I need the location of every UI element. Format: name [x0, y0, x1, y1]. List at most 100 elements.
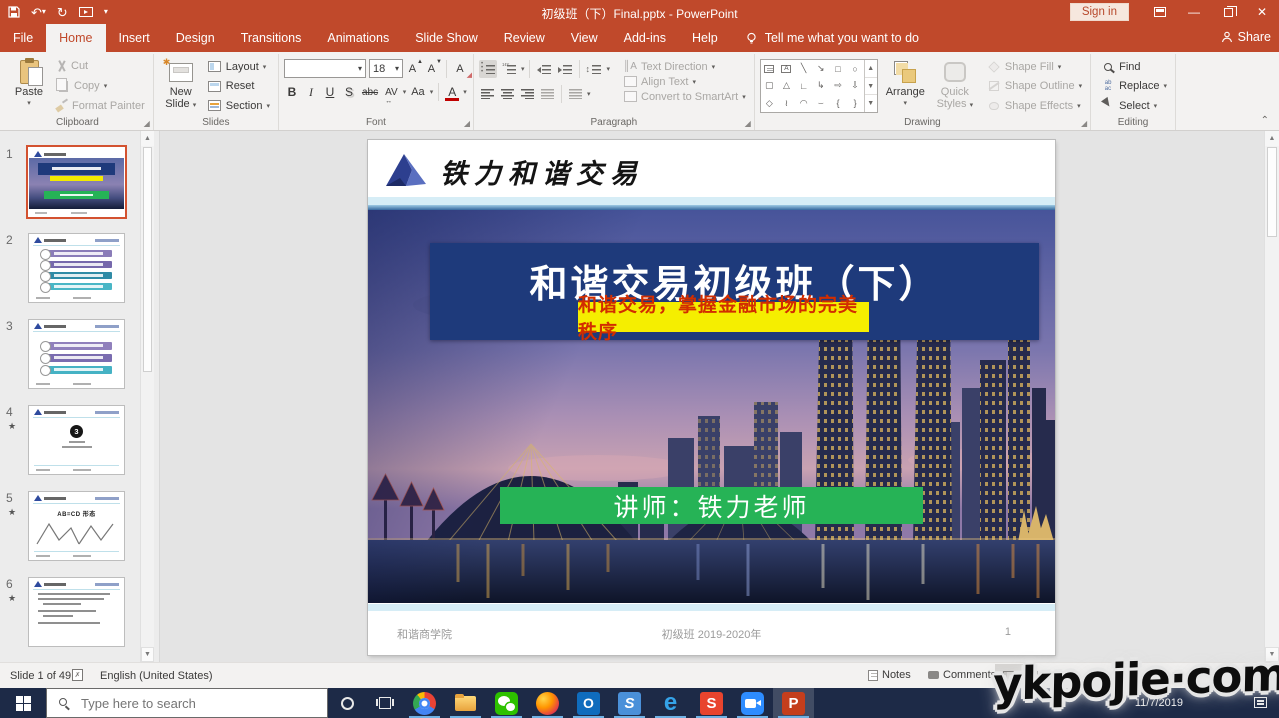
- tell-me-box[interactable]: Tell me what you want to do: [731, 24, 933, 52]
- search-input[interactable]: [47, 689, 327, 717]
- find-button[interactable]: Find: [1098, 59, 1170, 74]
- shape-triangle-icon[interactable]: △: [778, 77, 795, 94]
- thumbnail-scroll-thumb[interactable]: [143, 147, 152, 372]
- paragraph-dialog-launcher[interactable]: ◢: [745, 119, 751, 128]
- text-shadow-button[interactable]: S: [341, 83, 357, 101]
- thumbnail-slide-3[interactable]: [28, 319, 125, 389]
- comments-button[interactable]: Comments: [928, 669, 996, 681]
- shape-diamond-icon[interactable]: ◇: [761, 95, 778, 112]
- align-right-button[interactable]: [519, 85, 536, 103]
- shape-left-brace-icon[interactable]: {: [829, 95, 846, 112]
- slide-canvas[interactable]: 铁力和谐交易: [368, 140, 1055, 655]
- tab-file[interactable]: File: [0, 24, 46, 52]
- shape-arc-icon[interactable]: ◠: [795, 95, 812, 112]
- arrange-button[interactable]: Arrange ▾: [883, 56, 928, 116]
- taskbar-sogou-blue[interactable]: S: [609, 688, 650, 718]
- taskbar-chrome[interactable]: [404, 688, 445, 718]
- ribbon-display-options-button[interactable]: [1143, 0, 1177, 24]
- slide-scrollbar[interactable]: ▲ ▼: [1264, 131, 1279, 662]
- thumbnail-slide-4[interactable]: 3: [28, 405, 125, 475]
- layout-button[interactable]: Layout▾: [205, 59, 273, 74]
- tab-design[interactable]: Design: [163, 24, 228, 52]
- slide-scroll-up[interactable]: ▲: [1265, 131, 1279, 146]
- save-icon[interactable]: [8, 6, 20, 18]
- taskbar-file-explorer[interactable]: [445, 688, 486, 718]
- shape-effects-button[interactable]: Shape Effects▾: [984, 98, 1085, 113]
- restore-button[interactable]: [1211, 0, 1245, 24]
- replace-button[interactable]: abacReplace▾: [1098, 79, 1170, 94]
- section-button[interactable]: Section▾: [205, 98, 273, 113]
- start-button[interactable]: [0, 688, 46, 718]
- shape-right-brace-icon[interactable]: }: [847, 95, 864, 112]
- shape-rounded-rectangle-icon[interactable]: ▢: [761, 77, 778, 94]
- thumbnail-slide-5[interactable]: AB=CD 形态: [28, 491, 125, 561]
- tab-transitions[interactable]: Transitions: [228, 24, 315, 52]
- text-direction-button[interactable]: ║AText Direction▾: [620, 59, 749, 74]
- shape-oval-icon[interactable]: ○: [847, 60, 864, 77]
- quick-styles-button[interactable]: Quick Styles ▾: [933, 56, 977, 116]
- tab-addins[interactable]: Add-ins: [611, 24, 679, 52]
- shape-text-box-icon[interactable]: [761, 60, 778, 77]
- shape-curve-icon[interactable]: ⌣: [812, 95, 829, 112]
- taskbar-search[interactable]: [46, 688, 328, 718]
- increase-font-size-button[interactable]: A▲: [406, 60, 422, 78]
- start-slideshow-icon[interactable]: [79, 7, 93, 18]
- line-spacing-button[interactable]: [585, 60, 603, 78]
- shape-outline-button[interactable]: Shape Outline▾: [984, 79, 1085, 94]
- minimize-button[interactable]: —: [1177, 0, 1211, 24]
- tab-home[interactable]: Home: [46, 24, 105, 52]
- customize-qat-icon[interactable]: ▾: [104, 8, 108, 16]
- format-painter-button[interactable]: Format Painter: [53, 99, 148, 113]
- shape-line-icon[interactable]: ╲: [795, 60, 812, 77]
- close-button[interactable]: ✕: [1245, 0, 1279, 24]
- shape-fill-button[interactable]: Shape Fill▾: [984, 59, 1085, 74]
- shapes-gallery[interactable]: A ╲ ↘ □ ○ ▢ △ ∟ ↳ ⇨ ⇩ ◇ ≀ ◠ ⌣ { }: [760, 59, 878, 113]
- thumbnail-scroll-down[interactable]: ▼: [141, 647, 154, 662]
- bullets-button[interactable]: [479, 60, 497, 78]
- font-name-select[interactable]: ▾: [284, 59, 366, 78]
- notes-button[interactable]: Notes: [868, 669, 911, 681]
- taskbar-edge[interactable]: e: [650, 688, 691, 718]
- shapes-scroll-up[interactable]: ▲: [865, 60, 877, 77]
- tab-view[interactable]: View: [558, 24, 611, 52]
- tab-slideshow[interactable]: Slide Show: [402, 24, 491, 52]
- align-left-button[interactable]: [479, 85, 496, 103]
- thumbnail-slide-6[interactable]: [28, 577, 125, 647]
- align-text-button[interactable]: Align Text▾: [620, 74, 749, 89]
- shape-down-arrow-icon[interactable]: ⇩: [847, 77, 864, 94]
- character-spacing-button[interactable]: AV↔: [383, 83, 400, 101]
- copy-button[interactable]: Copy▾: [53, 79, 148, 94]
- taskbar-powerpoint[interactable]: P: [773, 688, 814, 718]
- shapes-more-button[interactable]: ▼: [865, 94, 877, 112]
- slide-scroll-thumb[interactable]: [1267, 147, 1277, 237]
- increase-indent-button[interactable]: [556, 60, 574, 78]
- clear-formatting-button[interactable]: A◢: [452, 60, 468, 78]
- shapes-scroll-down[interactable]: ▼: [865, 77, 877, 95]
- bold-button[interactable]: B: [284, 83, 300, 101]
- thumbnail-slide-2[interactable]: [28, 233, 125, 303]
- spell-check-icon[interactable]: ✗: [72, 669, 83, 681]
- taskbar-wechat[interactable]: [486, 688, 527, 718]
- drawing-dialog-launcher[interactable]: ◢: [1081, 119, 1087, 128]
- taskbar-outlook[interactable]: O: [568, 688, 609, 718]
- shape-elbow-arrow-icon[interactable]: ↳: [812, 77, 829, 94]
- language-indicator[interactable]: English (United States): [100, 670, 213, 682]
- tab-animations[interactable]: Animations: [314, 24, 402, 52]
- thumbnail-slide-1[interactable]: [28, 147, 125, 217]
- reset-button[interactable]: Reset: [205, 79, 273, 94]
- cut-button[interactable]: Cut: [53, 59, 148, 73]
- sign-in-button[interactable]: Sign in: [1070, 3, 1129, 21]
- shape-rectangle-icon[interactable]: □: [829, 60, 846, 77]
- font-color-button[interactable]: A: [444, 83, 460, 101]
- tab-insert[interactable]: Insert: [106, 24, 163, 52]
- new-slide-button[interactable]: New Slide ▾: [159, 56, 203, 116]
- strikethrough-button[interactable]: abc: [360, 83, 380, 101]
- collapse-ribbon-button[interactable]: ⌃: [1261, 115, 1269, 126]
- align-center-button[interactable]: [499, 85, 516, 103]
- thumbnail-scrollbar[interactable]: ▲ ▼: [140, 131, 154, 662]
- clipboard-dialog-launcher[interactable]: ◢: [144, 119, 150, 128]
- tab-help[interactable]: Help: [679, 24, 731, 52]
- paste-button[interactable]: Paste ▾: [7, 56, 51, 116]
- underline-button[interactable]: U: [322, 83, 338, 101]
- numbering-button[interactable]: [500, 60, 518, 78]
